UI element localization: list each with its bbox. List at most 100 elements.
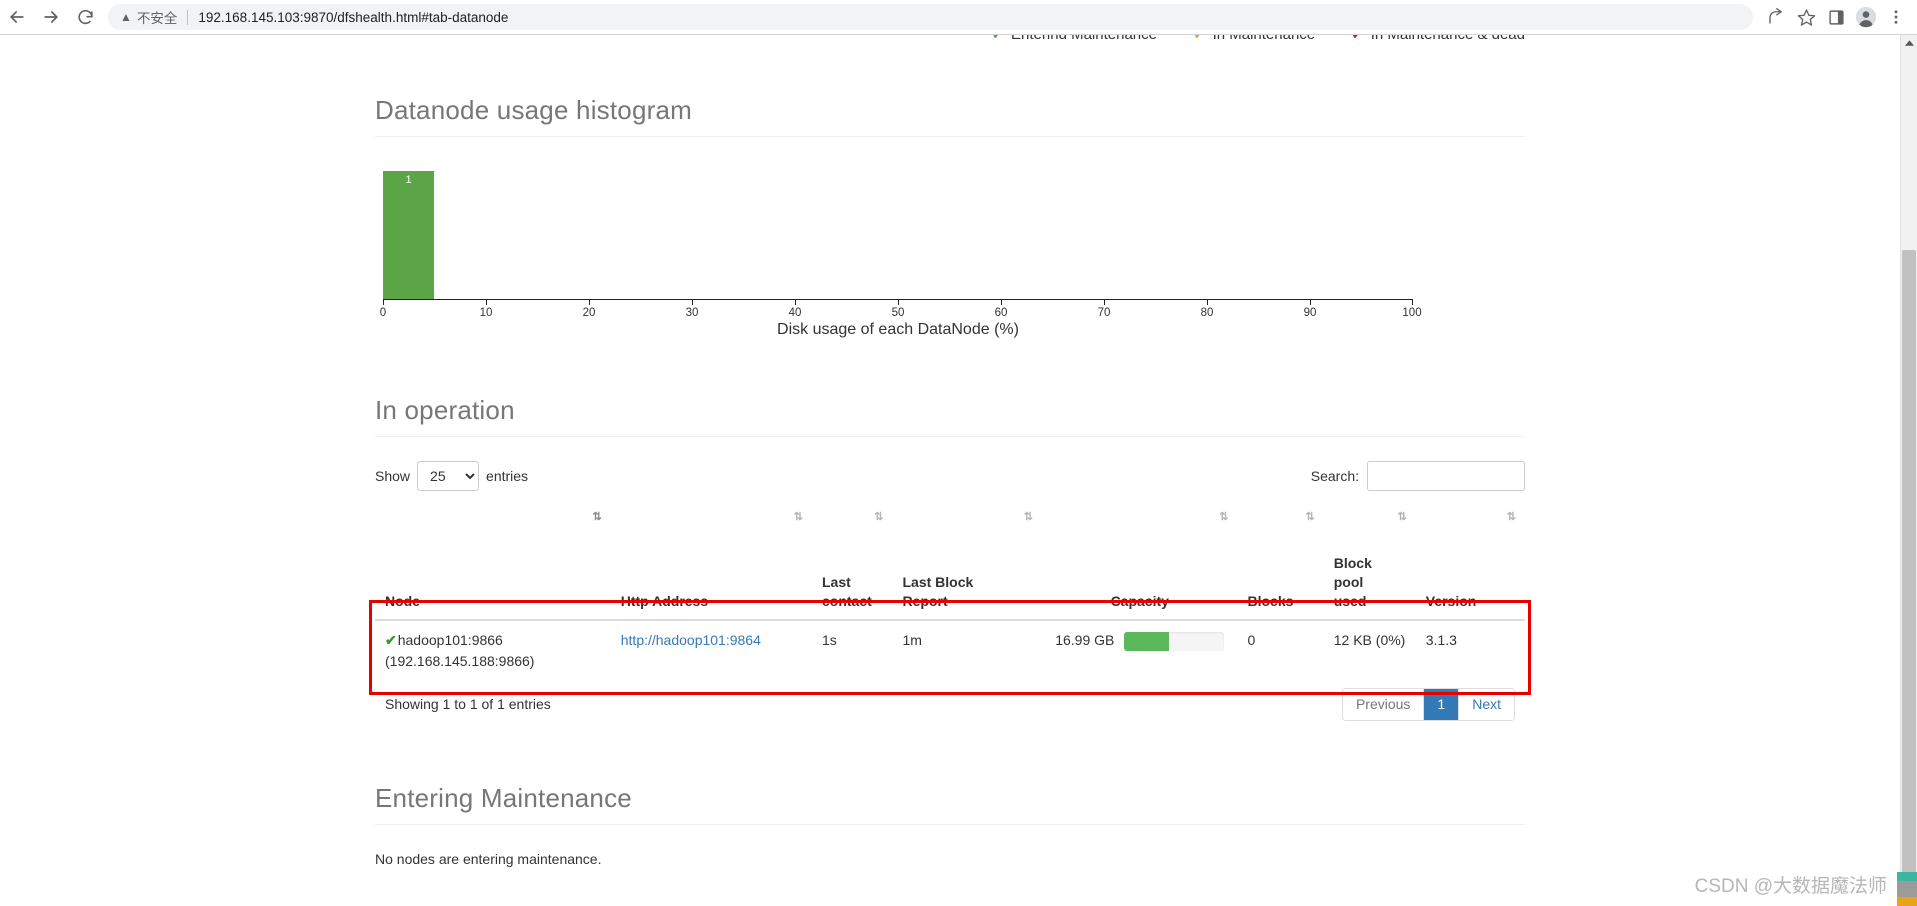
datatable-footer: Showing 1 to 1 of 1 entries Previous 1 N… (375, 680, 1525, 731)
axis-tick (383, 299, 384, 305)
profile-avatar-icon[interactable] (1851, 2, 1881, 32)
datatable-controls: Show 25 50 100 entries Search: (375, 461, 1525, 491)
column-label: Node (385, 592, 420, 609)
entering-maintenance-empty-note: No nodes are entering maintenance. (375, 850, 602, 867)
capacity-text: 16.99 GB (1055, 632, 1115, 649)
axis-tick-label: 90 (1303, 307, 1317, 319)
axis-tick-label: 20 (582, 307, 596, 319)
axis-tick-label: 50 (891, 307, 905, 319)
watermark-color-chip (1897, 872, 1917, 906)
column-label: Blocks (1247, 592, 1294, 609)
axis-tick (486, 299, 487, 305)
in-operation-title: In operation (375, 395, 1525, 437)
column-header-blocks[interactable]: ⇅ Blocks (1237, 508, 1324, 622)
in-operation-section: In operation Show 25 50 100 entries Sear… (369, 395, 1531, 731)
histogram-chart: 1 0 10 20 30 40 50 60 70 80 90 100 Disk … (375, 171, 1525, 361)
cell-blocks: 0 (1237, 619, 1324, 681)
more-menu-icon[interactable] (1881, 2, 1911, 32)
search-input[interactable] (1367, 461, 1525, 491)
search-control: Search: (1311, 461, 1525, 491)
axis-tick (1412, 299, 1413, 305)
scrollbar-thumb[interactable] (1902, 250, 1916, 890)
search-label: Search: (1310, 468, 1359, 484)
cell-capacity: 16.99 GB (1042, 619, 1238, 681)
cell-last-block-report: 1m (892, 619, 1042, 681)
address-bar[interactable]: ▲ 不安全 192.168.145.103:9870/dfshealth.htm… (108, 4, 1753, 30)
back-arrow-icon[interactable] (0, 0, 34, 34)
axis-tick-label: 30 (685, 307, 699, 319)
bookmark-star-icon[interactable] (1791, 2, 1821, 32)
pagination-page-1[interactable]: 1 (1424, 689, 1460, 720)
pagination-previous[interactable]: Previous (1342, 689, 1425, 720)
sort-arrows-icon: ⇅ (793, 511, 803, 523)
sort-arrows-icon: ⇅ (1023, 511, 1033, 523)
axis-tick (692, 299, 693, 305)
entries-label: entries (486, 468, 529, 484)
sort-arrows-icon: ⇅ (1506, 511, 1516, 523)
security-label: 不安全 (136, 11, 178, 26)
sort-arrows-icon: ⇅ (1305, 511, 1315, 523)
pagination: Previous 1 Next (1341, 688, 1515, 721)
column-header-capacity[interactable]: ⇅ Capacity (1042, 508, 1238, 622)
browser-toolbar: ▲ 不安全 192.168.145.103:9870/dfshealth.htm… (0, 0, 1917, 35)
axis-tick-label: 40 (788, 307, 802, 319)
histogram-x-axis-label: Disk usage of each DataNode (%) (777, 321, 1019, 338)
sort-arrows-icon: ⇅ (592, 511, 602, 523)
axis-tick (589, 299, 590, 305)
histogram-plot-area: 1 (383, 171, 1413, 299)
side-panel-icon[interactable] (1821, 2, 1851, 32)
show-label: Show (375, 468, 411, 484)
axis-tick-label: 10 (479, 307, 493, 319)
vertical-scrollbar[interactable] (1900, 35, 1917, 906)
cell-block-pool-used: 12 KB (0%) (1323, 619, 1416, 681)
axis-tick (1310, 299, 1311, 305)
chip-teal (1897, 872, 1917, 881)
sort-arrows-icon: ⇅ (1397, 511, 1407, 523)
axis-tick-label: 0 (379, 307, 387, 319)
node-name: hadoop101:9866 (397, 632, 503, 649)
url-text: 192.168.145.103:9870/dfshealth.html#tab-… (198, 9, 509, 25)
histogram-section: Datanode usage histogram 1 0 10 20 30 40… (375, 35, 1525, 361)
reload-icon[interactable] (68, 0, 102, 34)
axis-tick (1207, 299, 1208, 305)
entering-maintenance-section: Entering Maintenance No nodes are enteri… (375, 783, 1525, 867)
content-container: Datanode usage histogram 1 0 10 20 30 40… (369, 35, 1531, 906)
axis-tick (795, 299, 796, 305)
table-body: ✔hadoop101:9866 (192.168.145.188:9866) h… (375, 619, 1525, 681)
column-header-last-contact[interactable]: ⇅ Last contact (812, 508, 893, 622)
forward-arrow-icon[interactable] (34, 0, 68, 34)
column-header-block-pool-used[interactable]: ⇅ Block pool used (1323, 508, 1416, 622)
axis-tick-label: 70 (1097, 307, 1111, 319)
axis-tick-label: 60 (994, 307, 1008, 319)
scroll-up-arrow-icon[interactable] (1901, 35, 1917, 52)
histogram-title: Datanode usage histogram (375, 95, 1525, 137)
http-address-link[interactable]: http://hadoop101:9864 (621, 632, 761, 648)
histogram-bar[interactable]: 1 (383, 171, 434, 299)
not-secure-indicator[interactable]: ▲ 不安全 (120, 7, 177, 27)
table-row[interactable]: ✔hadoop101:9866 (192.168.145.188:9866) h… (375, 619, 1525, 681)
cell-http-address: http://hadoop101:9864 (610, 619, 812, 681)
capacity-progress-fill (1124, 632, 1170, 652)
column-label: Last Block Report (902, 573, 974, 609)
share-icon[interactable] (1761, 2, 1791, 32)
column-header-http-address[interactable]: ⇅ Http Address (610, 508, 812, 622)
axis-tick (1001, 299, 1002, 305)
datatable-wrapper: ⇅ Node ⇅ Http Address ⇅ Last contact ⇅ L… (369, 508, 1531, 731)
column-label: Version (1425, 592, 1477, 609)
toolbar-actions (1761, 2, 1917, 32)
column-header-last-block-report[interactable]: ⇅ Last Block Report (892, 508, 1042, 622)
column-label: Capacity (1110, 592, 1169, 609)
capacity-progress-bar (1124, 632, 1225, 652)
axis-tick-label: 100 (1402, 307, 1422, 319)
sort-arrows-icon: ⇅ (874, 511, 883, 523)
hdfs-datanode-page: ✓ Entering Maintenance ✓ In Maintenance … (0, 35, 1900, 906)
column-label: Last contact (822, 573, 872, 609)
page-length-select[interactable]: 25 50 100 (417, 461, 480, 491)
column-header-node[interactable]: ⇅ Node (375, 508, 611, 622)
axis-tick (1104, 299, 1105, 305)
pagination-next[interactable]: Next (1459, 689, 1514, 720)
entering-maintenance-title: Entering Maintenance (375, 783, 1525, 825)
histogram-x-axis: 0 10 20 30 40 50 60 70 80 90 100 (380, 299, 1422, 319)
column-header-version[interactable]: ⇅ Version (1415, 508, 1525, 622)
column-label: Http Address (620, 592, 709, 609)
